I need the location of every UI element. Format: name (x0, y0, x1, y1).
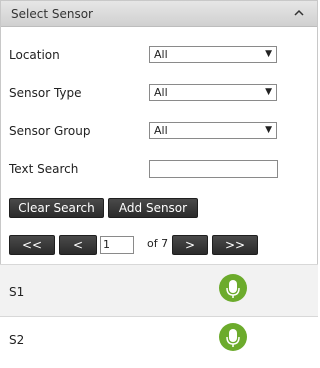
page-number-input[interactable]: 1 (100, 236, 134, 254)
dropdown-arrow-icon: ▼ (265, 49, 272, 59)
text-search-row: Text Search (9, 159, 309, 179)
sensor-group-select-value: All (154, 124, 168, 137)
add-sensor-button[interactable]: Add Sensor (108, 198, 198, 218)
location-row: Location All ▼ (9, 45, 309, 65)
clear-search-button[interactable]: Clear Search (9, 198, 104, 218)
microphone-icon (219, 323, 247, 351)
sensor-type-label: Sensor Type (9, 86, 82, 100)
sensor-group-label: Sensor Group (9, 124, 91, 138)
last-page-button[interactable]: >> (212, 235, 258, 255)
sensor-type-select[interactable]: All ▼ (149, 84, 277, 101)
sensor-name: S1 (9, 285, 25, 299)
prev-page-button[interactable]: < (59, 235, 97, 255)
sensor-type-select-value: All (154, 86, 168, 99)
sensor-name: S2 (9, 333, 25, 347)
chevron-up-icon[interactable] (291, 5, 307, 21)
first-page-button[interactable]: << (9, 235, 55, 255)
sensor-row[interactable]: S1 (0, 264, 318, 316)
microphone-icon (219, 274, 247, 302)
sensor-group-select[interactable]: All ▼ (149, 122, 277, 139)
location-select-value: All (154, 48, 168, 61)
dropdown-arrow-icon: ▼ (265, 87, 272, 97)
location-select[interactable]: All ▼ (149, 46, 277, 63)
next-page-button[interactable]: > (172, 235, 208, 255)
sensor-row[interactable]: S2 (0, 316, 318, 368)
sensor-type-row: Sensor Type All ▼ (9, 83, 309, 103)
sensor-group-row: Sensor Group All ▼ (9, 121, 309, 141)
panel-title: Select Sensor (11, 6, 93, 21)
text-search-label: Text Search (9, 162, 79, 176)
location-label: Location (9, 48, 60, 62)
dropdown-arrow-icon: ▼ (265, 125, 272, 135)
panel-header: Select Sensor (1, 1, 317, 27)
page-count-label: of 7 (147, 237, 169, 250)
text-search-input[interactable] (149, 160, 278, 178)
